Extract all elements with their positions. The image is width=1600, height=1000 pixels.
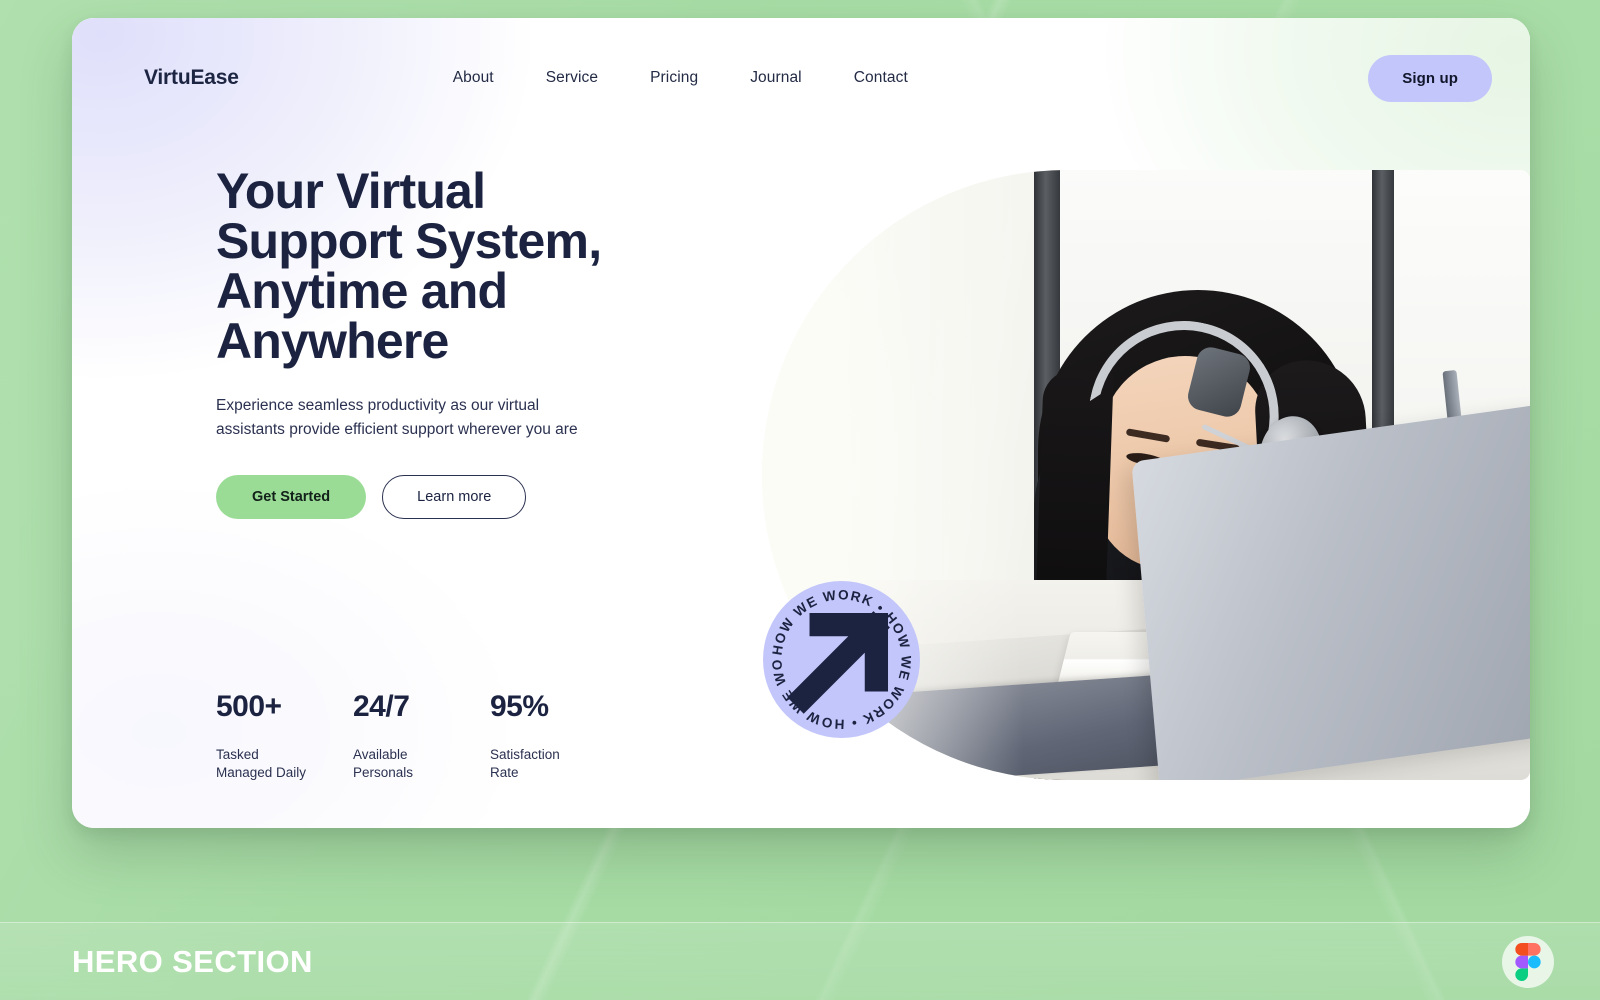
stat-label: Tasked Managed Daily: [216, 747, 307, 781]
navbar: VirtuEase About Service Pricing Journal …: [72, 18, 1530, 138]
page-title: Your Virtual Support System, Anytime and…: [216, 163, 602, 369]
how-we-work-badge[interactable]: HOW WE WORK • HOW WE WORK • HOW WE WORK …: [763, 581, 920, 738]
stat-item: 24/7 Available Personals: [353, 690, 490, 782]
figma-logo-icon[interactable]: [1502, 935, 1554, 988]
nav-link-contact[interactable]: Contact: [854, 69, 908, 87]
hero-subtitle: Experience seamless productivity as our …: [216, 397, 578, 438]
learn-more-button[interactable]: Learn more: [382, 475, 527, 519]
hero-artboard: VirtuEase About Service Pricing Journal …: [72, 18, 1530, 828]
sign-up-button[interactable]: Sign up: [1368, 54, 1492, 102]
stat-label: Available Personals: [353, 747, 414, 781]
stat-value: 500+: [216, 690, 282, 723]
stat-item: 500+ Tasked Managed Daily: [216, 690, 353, 782]
stat-label: Satisfaction Rate: [490, 747, 560, 781]
nav-link-pricing[interactable]: Pricing: [650, 69, 698, 87]
stats-row: 500+ Tasked Managed Daily 24/7 Available…: [216, 690, 627, 782]
cta-row: Get Started Learn more: [216, 475, 527, 519]
nav-link-journal[interactable]: Journal: [750, 69, 802, 87]
stat-value: 95%: [490, 690, 549, 723]
get-started-button[interactable]: Get Started: [216, 475, 367, 519]
nav-links: About Service Pricing Journal Contact: [453, 69, 908, 87]
brand-logo[interactable]: VirtuEase: [144, 66, 239, 90]
stat-value: 24/7: [353, 690, 410, 723]
footer-bar: HERO SECTION: [0, 922, 1600, 1000]
nav-link-service[interactable]: Service: [546, 69, 598, 87]
section-label: HERO SECTION: [72, 943, 313, 979]
arrow-up-right-icon: [763, 581, 920, 738]
nav-link-about[interactable]: About: [453, 69, 494, 87]
stat-item: 95% Satisfaction Rate: [490, 690, 627, 782]
